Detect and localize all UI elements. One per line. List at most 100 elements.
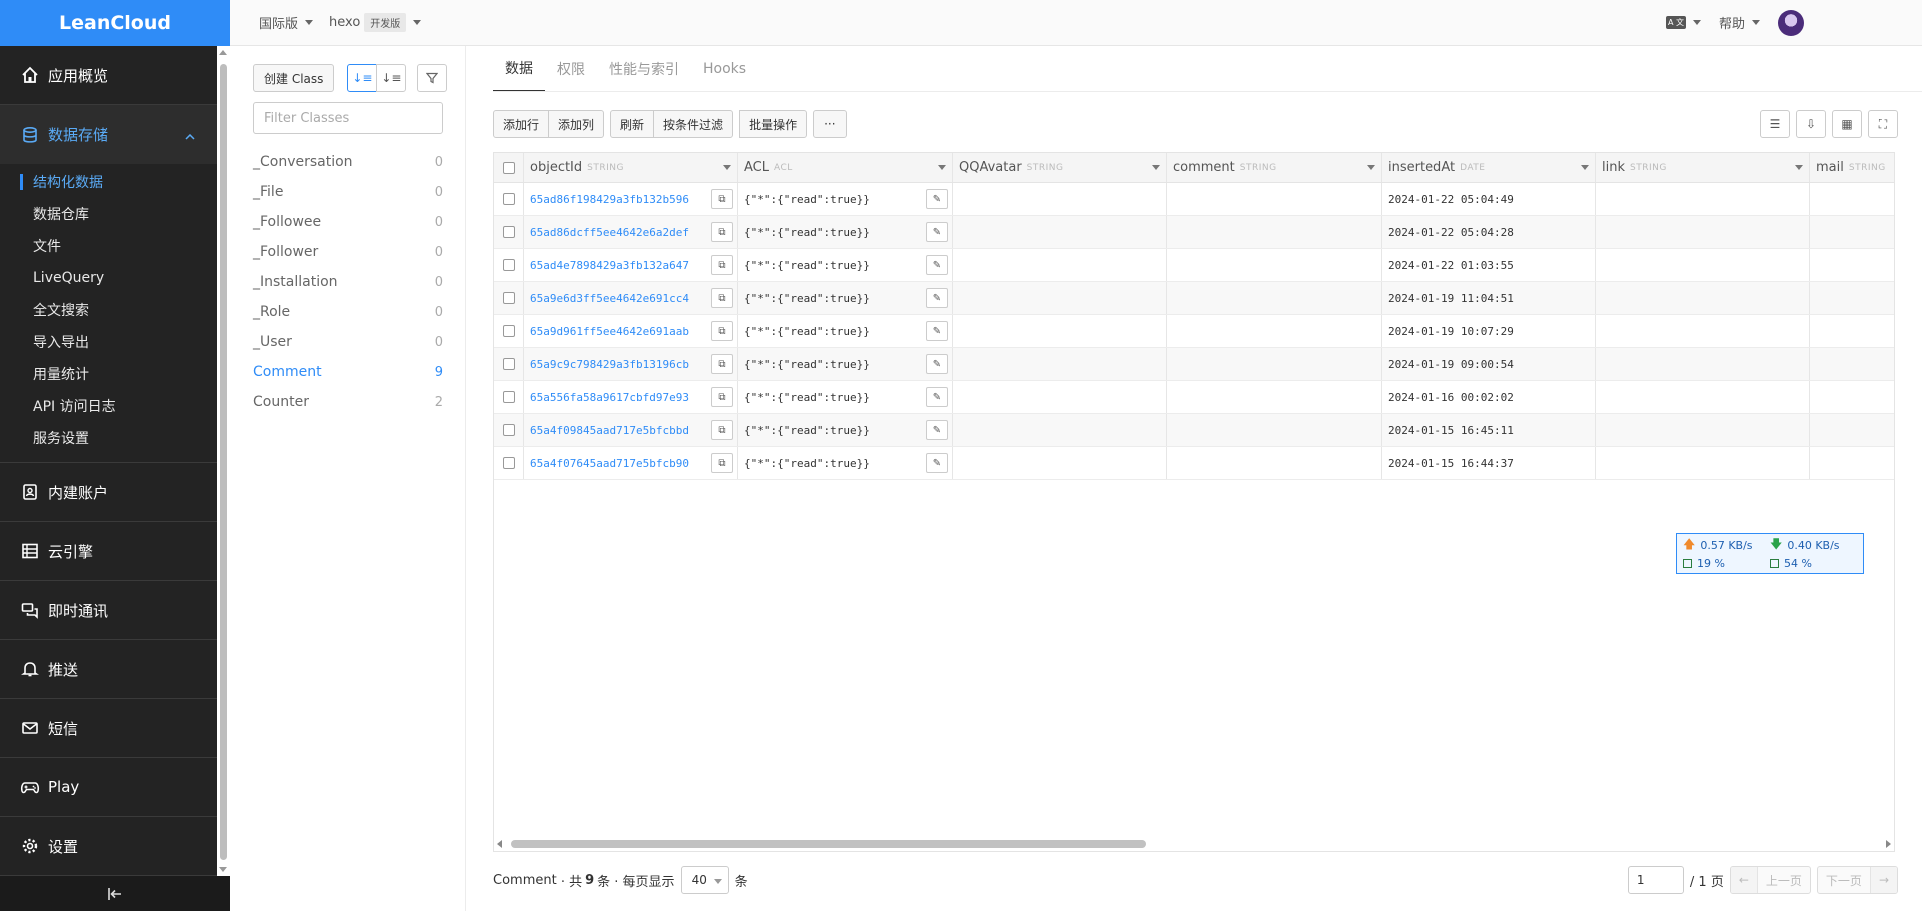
subnav-item-search[interactable]: 全文搜索 (0, 294, 217, 326)
prev-page-button[interactable]: ← 上一页 (1729, 866, 1811, 894)
batch-actions-button[interactable]: 批量操作 (739, 110, 808, 138)
objectid-value[interactable]: 65a9e6d3ff5ee4642e691cc4 (530, 292, 689, 305)
scrollbar-thumb[interactable] (220, 64, 227, 860)
row-checkbox[interactable] (502, 358, 515, 370)
cell-acl[interactable]: {"*":{"read":true}} ✎ (738, 414, 953, 446)
filter-by-condition-button[interactable]: 按条件过滤 (653, 110, 734, 138)
cell-objectid[interactable]: 65a556fa58a9617cbfd97e93 ⧉ (524, 381, 738, 413)
copy-icon[interactable]: ⧉ (711, 420, 733, 440)
cell-comment[interactable] (1167, 315, 1382, 347)
class-item[interactable]: _File 0 (253, 177, 443, 207)
cell-objectid[interactable]: 65a9c9c798429a3fb13196cb ⧉ (524, 348, 738, 380)
scroll-down-arrow[interactable] (219, 867, 227, 872)
sort-desc-button[interactable]: ↓≡ (376, 64, 407, 92)
cell-acl[interactable]: {"*":{"read":true}} ✎ (738, 348, 953, 380)
column-header-acl[interactable]: ACL ACL (738, 153, 953, 182)
cell-mail[interactable] (1810, 381, 1894, 413)
more-actions-button[interactable]: ··· (813, 110, 847, 138)
cell-qqavatar[interactable] (953, 315, 1167, 347)
row-checkbox[interactable] (502, 325, 515, 337)
cell-acl[interactable]: {"*":{"read":true}} ✎ (738, 381, 953, 413)
cell-objectid[interactable]: 65a4f09845aad717e5bfcbbd ⧉ (524, 414, 738, 446)
filter-button[interactable] (417, 64, 448, 92)
row-checkbox[interactable] (502, 259, 515, 271)
cell-comment[interactable] (1167, 414, 1382, 446)
objectid-value[interactable]: 65ad4e7898429a3fb132a647 (530, 259, 689, 272)
cell-comment[interactable] (1167, 216, 1382, 248)
cell-insertedat[interactable]: 2024-01-19 11:04:51 (1382, 282, 1596, 314)
cell-link[interactable] (1596, 447, 1810, 479)
objectid-value[interactable]: 65a4f09845aad717e5bfcbbd (530, 424, 689, 437)
class-item[interactable]: _Role 0 (253, 297, 443, 327)
cell-acl[interactable]: {"*":{"read":true}} ✎ (738, 447, 953, 479)
cell-insertedat[interactable]: 2024-01-15 16:44:37 (1382, 447, 1596, 479)
class-item-selected[interactable]: Comment 9 (253, 357, 443, 387)
copy-icon[interactable]: ⧉ (711, 387, 733, 407)
copy-icon[interactable]: ⧉ (711, 222, 733, 242)
sort-asc-button[interactable]: ↓≡ (347, 64, 378, 92)
region-dropdown[interactable]: 国际版 (259, 13, 314, 32)
column-header-insertedat[interactable]: insertedAt DATE (1382, 153, 1596, 182)
next-page-button[interactable]: 下一页 → (1816, 866, 1898, 894)
cell-qqavatar[interactable] (953, 447, 1167, 479)
row-checkbox[interactable] (502, 391, 515, 403)
column-settings-button[interactable]: ☰ (1760, 110, 1790, 138)
subnav-item-usage[interactable]: 用量统计 (0, 358, 217, 390)
scroll-up-arrow[interactable] (219, 50, 227, 55)
scroll-right-arrow[interactable] (1886, 840, 1891, 848)
cell-link[interactable] (1596, 249, 1810, 281)
copy-icon[interactable]: ⧉ (711, 255, 733, 275)
cell-insertedat[interactable]: 2024-01-22 01:03:55 (1382, 249, 1596, 281)
copy-icon[interactable]: ⧉ (711, 354, 733, 374)
cell-qqavatar[interactable] (953, 414, 1167, 446)
sidebar-item-play[interactable]: Play (0, 758, 217, 817)
edit-icon[interactable]: ✎ (926, 321, 948, 341)
class-item[interactable]: _Follower 0 (253, 237, 443, 267)
cell-comment[interactable] (1167, 381, 1382, 413)
copy-icon[interactable]: ⧉ (711, 189, 733, 209)
tab-permissions[interactable]: 权限 (545, 46, 597, 92)
edit-icon[interactable]: ✎ (926, 189, 948, 209)
chevron-down-icon[interactable] (723, 165, 731, 170)
add-column-button[interactable]: 添加列 (548, 110, 605, 138)
cell-link[interactable] (1596, 183, 1810, 215)
cell-objectid[interactable]: 65ad4e7898429a3fb132a647 ⧉ (524, 249, 738, 281)
column-header-qqavatar[interactable]: QQAvatar STRING (953, 153, 1167, 182)
tab-hooks[interactable]: Hooks (691, 46, 758, 92)
objectid-value[interactable]: 65a9d961ff5ee4642e691aab (530, 325, 689, 338)
chevron-down-icon[interactable] (1152, 165, 1160, 170)
objectid-value[interactable]: 65ad86f198429a3fb132b596 (530, 193, 689, 206)
table-row[interactable]: 65ad4e7898429a3fb132a647 ⧉ {"*":{"read":tr… (494, 249, 1894, 282)
cell-insertedat[interactable]: 2024-01-22 05:04:49 (1382, 183, 1596, 215)
cell-link[interactable] (1596, 414, 1810, 446)
cell-mail[interactable] (1810, 447, 1894, 479)
filter-classes-input[interactable]: Filter Classes (253, 102, 443, 134)
cell-comment[interactable] (1167, 249, 1382, 281)
cell-objectid[interactable]: 65ad86f198429a3fb132b596 ⧉ (524, 183, 738, 215)
column-header-objectid[interactable]: objectId STRING (524, 153, 738, 182)
column-header-comment[interactable]: comment STRING (1167, 153, 1382, 182)
chevron-down-icon[interactable] (938, 165, 946, 170)
edit-icon[interactable]: ✎ (926, 354, 948, 374)
cell-mail[interactable] (1810, 183, 1894, 215)
class-item[interactable]: _Conversation 0 (253, 147, 443, 177)
cell-link[interactable] (1596, 315, 1810, 347)
tab-data[interactable]: 数据 (493, 46, 545, 92)
class-item[interactable]: Counter 2 (253, 387, 443, 417)
cell-acl[interactable]: {"*":{"read":true}} ✎ (738, 315, 953, 347)
fullscreen-button[interactable]: ⛶ (1868, 110, 1898, 138)
sidebar-item-engine[interactable]: 云引擎 (0, 522, 217, 581)
cell-objectid[interactable]: 65a9e6d3ff5ee4642e691cc4 ⧉ (524, 282, 738, 314)
row-checkbox[interactable] (502, 457, 515, 469)
objectid-value[interactable]: 65a556fa58a9617cbfd97e93 (530, 391, 689, 404)
subnav-item-import-export[interactable]: 导入导出 (0, 326, 217, 358)
cell-link[interactable] (1596, 282, 1810, 314)
sidebar-item-sms[interactable]: 短信 (0, 699, 217, 758)
edit-icon[interactable]: ✎ (926, 255, 948, 275)
copy-icon[interactable]: ⧉ (711, 321, 733, 341)
cell-objectid[interactable]: 65a9d961ff5ee4642e691aab ⧉ (524, 315, 738, 347)
cell-insertedat[interactable]: 2024-01-19 10:07:29 (1382, 315, 1596, 347)
cell-insertedat[interactable]: 2024-01-15 16:45:11 (1382, 414, 1596, 446)
cell-qqavatar[interactable] (953, 348, 1167, 380)
chevron-down-icon[interactable] (1581, 165, 1589, 170)
